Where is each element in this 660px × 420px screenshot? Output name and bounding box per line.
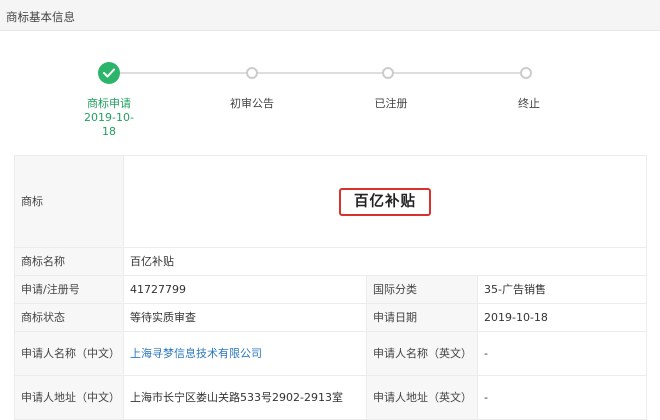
section-header: 商标基本信息	[0, 0, 660, 31]
apply-date-label: 申请日期	[366, 303, 478, 332]
name-value: 百亿补贴	[123, 247, 647, 276]
trademark-info-table: 商标 百亿补贴 商标名称 百亿补贴 申请/注册号 41727799 国际分类 3…	[14, 155, 647, 420]
progress-stepper: 商标申请 2019-10-18 初审公告 已注册 终止	[0, 60, 660, 150]
step-label-application: 商标申请 2019-10-18	[69, 97, 149, 139]
status-value: 等待实质审查	[123, 303, 367, 332]
step-connector	[120, 72, 246, 74]
applicant-en-value: -	[477, 331, 647, 376]
reg-no-label: 申请/注册号	[14, 275, 124, 304]
intl-class-value: 35-广告销售	[477, 275, 647, 304]
applicant-en-label: 申请人名称（英文）	[366, 331, 478, 376]
step-label-terminated: 终止	[518, 97, 540, 110]
step-dot-registered	[382, 67, 394, 79]
status-label: 商标状态	[14, 303, 124, 332]
table-row: 商标状态 等待实质审查 申请日期 2019-10-18	[14, 303, 647, 332]
step-connector	[394, 72, 520, 74]
address-cn-value: 上海市长宁区娄山关路533号2902-2913室	[123, 375, 367, 420]
step-complete-check-icon	[98, 62, 120, 84]
table-row: 申请人名称（中文） 上海寻梦信息技术有限公司 申请人名称（英文） -	[14, 331, 647, 376]
applicant-cn-value: 上海寻梦信息技术有限公司	[123, 331, 367, 376]
apply-date-value: 2019-10-18	[477, 303, 647, 332]
step-name: 商标申请	[87, 97, 131, 110]
address-cn-label: 申请人地址（中文）	[14, 375, 124, 420]
address-en-value: -	[477, 375, 647, 420]
table-row: 商标名称 百亿补贴	[14, 247, 647, 276]
step-dot-terminated	[520, 67, 532, 79]
reg-no-value: 41727799	[123, 275, 367, 304]
step-connector	[258, 72, 382, 74]
step-date: 2019-10-18	[84, 111, 134, 138]
table-row: 商标 百亿补贴	[14, 155, 647, 248]
trademark-mark: 百亿补贴	[339, 187, 431, 216]
step-dot-initial-review	[246, 67, 258, 79]
section-title: 商标基本信息	[6, 10, 75, 24]
applicant-cn-label: 申请人名称（中文）	[14, 331, 124, 376]
step-label-registered: 已注册	[374, 97, 408, 110]
table-row: 申请/注册号 41727799 国际分类 35-广告销售	[14, 275, 647, 304]
step-label-initial-review: 初审公告	[230, 97, 274, 110]
intl-class-label: 国际分类	[366, 275, 478, 304]
address-en-label: 申请人地址（英文）	[366, 375, 478, 420]
trademark-label: 商标	[14, 155, 124, 248]
applicant-company-link[interactable]: 上海寻梦信息技术有限公司	[130, 347, 262, 360]
table-row: 申请人地址（中文） 上海市长宁区娄山关路533号2902-2913室 申请人地址…	[14, 375, 647, 420]
trademark-image-cell: 百亿补贴	[123, 155, 647, 248]
name-label: 商标名称	[14, 247, 124, 276]
